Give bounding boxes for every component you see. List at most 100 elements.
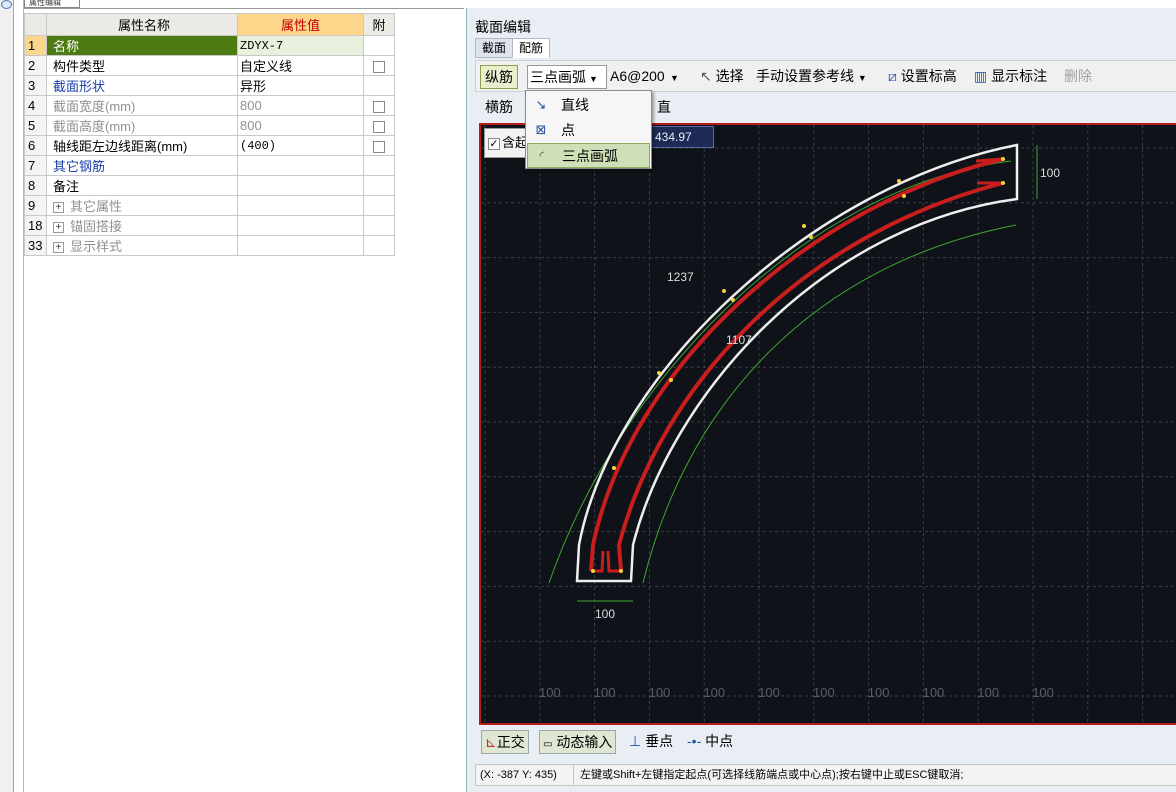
table-row[interactable]: 18 + 锚固搭接 xyxy=(24,215,395,236)
menu-item-point-label: 点 xyxy=(561,122,575,138)
dim-top-right: 100 xyxy=(1040,166,1060,180)
perpendicular-snap-button[interactable]: ⊥ 垂点 xyxy=(629,730,673,754)
table-row[interactable]: 33 + 显示样式 xyxy=(24,235,395,256)
expand-icon[interactable]: + xyxy=(53,242,64,254)
rebar-spec-dropdown[interactable]: A6@200 ▼ xyxy=(610,65,686,89)
cursor-icon: ↖ xyxy=(700,68,712,84)
attach-cell xyxy=(363,175,395,196)
line-icon: ↘ xyxy=(535,97,547,112)
property-value[interactable] xyxy=(237,215,364,236)
properties-pane: 属性名称 属性值 附 1 名称 ZDYX-7 2 构件类型 自定义线 3 截面形状 异形 4 截面宽… xyxy=(24,8,464,792)
property-name: + 锚固搭接 xyxy=(46,215,238,236)
dock-icon[interactable] xyxy=(1,0,12,9)
properties-table: 属性名称 属性值 附 1 名称 ZDYX-7 2 构件类型 自定义线 3 截面形状 异形 4 截面宽… xyxy=(24,13,395,256)
ruler-label: 100 xyxy=(758,685,780,700)
dim-inner-length: 1107 xyxy=(726,333,752,347)
status-bar: (X: -387 Y: 435) 左键或Shift+左键指定起点(可选择线筋端点… xyxy=(475,764,1176,786)
dynamic-input-label: 动态输入 xyxy=(556,734,613,750)
attach-checkbox[interactable] xyxy=(373,140,385,153)
table-row[interactable]: 1 名称 ZDYX-7 xyxy=(24,35,395,56)
property-name-label: 备注 xyxy=(53,179,80,194)
table-row[interactable]: 6 轴线距左边线距离(mm) (400) xyxy=(24,135,395,156)
select-button[interactable]: ↖ 选择 xyxy=(700,65,744,89)
property-name: 构件类型 xyxy=(46,55,238,76)
property-value[interactable]: 自定义线 xyxy=(237,55,364,76)
delete-button[interactable]: 删除 xyxy=(1064,65,1092,89)
expand-icon[interactable]: + xyxy=(53,222,64,234)
attach-checkbox[interactable] xyxy=(373,60,385,73)
arc-icon: ◜ xyxy=(539,148,545,163)
ortho-icon: ⊾ xyxy=(485,734,497,750)
snap-toolbar: ⊾正交 ▭ 动态输入 ⊥ 垂点 -•- 中点 xyxy=(475,728,1176,756)
property-value[interactable]: ZDYX-7 xyxy=(237,35,364,56)
attach-cell[interactable] xyxy=(363,55,395,76)
menu-item-three-point-arc[interactable]: ◜ 三点画弧 xyxy=(527,143,650,168)
set-elevation-button[interactable]: ⧄ 设置标高 xyxy=(888,65,957,89)
row-number: 8 xyxy=(24,175,47,196)
tab-section[interactable]: 截面 xyxy=(475,38,514,58)
table-row[interactable]: 2 构件类型 自定义线 xyxy=(24,55,395,76)
table-row[interactable]: 5 截面高度(mm) 800 xyxy=(24,115,395,136)
ruler-label: 100 xyxy=(1032,685,1054,700)
midpoint-icon: -•- xyxy=(687,733,702,749)
menu-item-line-label: 直线 xyxy=(561,97,589,113)
ref-line-dropdown[interactable]: 手动设置参考线 ▼ xyxy=(756,65,867,89)
perpendicular-icon: ⊥ xyxy=(629,733,642,749)
draw-mode-dropdown[interactable]: 三点画弧 ▼ xyxy=(527,65,607,89)
property-value[interactable] xyxy=(237,155,364,176)
menu-item-line[interactable]: ↘ 直线 xyxy=(527,93,650,118)
property-value[interactable] xyxy=(237,235,364,256)
property-name: + 显示样式 xyxy=(46,235,238,256)
attach-cell[interactable] xyxy=(363,95,395,116)
start-checkbox[interactable]: ✓ xyxy=(488,137,500,150)
row-number: 5 xyxy=(24,115,47,136)
transverse-rebar-button[interactable]: 横筋 xyxy=(485,96,513,120)
ruler-label: 100 xyxy=(923,685,945,700)
attach-cell[interactable] xyxy=(363,135,395,156)
property-name-label: 构件类型 xyxy=(53,59,106,74)
property-name-label: 截面高度(mm) xyxy=(53,119,136,134)
menu-item-point[interactable]: ⊠ 点 xyxy=(527,118,650,143)
coordinate-input[interactable]: 434.97 xyxy=(650,126,714,148)
property-value[interactable]: 800 xyxy=(237,115,364,136)
longitudinal-rebar-button[interactable]: 纵筋 xyxy=(480,65,518,89)
show-dimension-button[interactable]: ▥ 显示标注 xyxy=(974,65,1047,89)
property-name-label: 截面宽度(mm) xyxy=(53,99,136,114)
drawing-canvas[interactable]: 100 1237 1107 100 100 100 100 100 100 100 100 1… xyxy=(479,123,1176,725)
table-row[interactable]: 8 备注 xyxy=(24,175,395,196)
dim-outer-length: 1237 xyxy=(667,270,694,284)
table-row[interactable]: 9 + 其它属性 xyxy=(24,195,395,216)
table-row[interactable]: 4 截面宽度(mm) 800 xyxy=(24,95,395,116)
left-splitter[interactable] xyxy=(14,0,24,792)
property-value[interactable] xyxy=(237,175,364,196)
attach-cell[interactable] xyxy=(363,115,395,136)
table-row[interactable]: 3 截面形状 异形 xyxy=(24,75,395,96)
header-name: 属性名称 xyxy=(46,13,238,36)
table-row[interactable]: 7 其它钢筋 xyxy=(24,155,395,176)
ruler-label: 100 xyxy=(539,685,561,700)
property-name-label: 锚固搭接 xyxy=(70,219,123,234)
tab-rebar[interactable]: 配筋 xyxy=(512,38,551,58)
dialog-title: 截面编辑 xyxy=(475,19,531,35)
ruler-label: 100 xyxy=(649,685,671,700)
property-name: 轴线距左边线距离(mm) xyxy=(46,135,238,156)
property-value[interactable]: (400) xyxy=(237,135,364,156)
straight-partial-button[interactable]: 直 xyxy=(657,96,671,120)
dynamic-input-icon: ▭ xyxy=(543,739,553,750)
start-checkbox-panel[interactable]: ✓ 含起 xyxy=(484,128,530,158)
elevation-icon: ⧄ xyxy=(888,68,897,84)
attach-checkbox[interactable] xyxy=(373,100,385,113)
row-number: 18 xyxy=(24,215,47,236)
property-value[interactable]: 异形 xyxy=(237,75,364,96)
coordinate-readout: (X: -387 Y: 435) xyxy=(476,765,574,785)
property-value[interactable]: 800 xyxy=(237,95,364,116)
expand-icon[interactable]: + xyxy=(53,202,64,214)
dynamic-input-button[interactable]: ▭ 动态输入 xyxy=(539,730,617,754)
rebar-toolbar: 纵筋 三点画弧 ▼ A6@200 ▼ ↖ 选择 手动设置参考线 ▼ ⧄ 设置标高 ▥… xyxy=(475,60,1176,92)
properties-tab[interactable]: 属性编辑 xyxy=(24,0,80,8)
attach-checkbox[interactable] xyxy=(373,120,385,133)
property-value[interactable] xyxy=(237,195,364,216)
midpoint-snap-button[interactable]: -•- 中点 xyxy=(687,730,733,754)
ortho-button[interactable]: ⊾正交 xyxy=(481,730,529,754)
header-attach: 附 xyxy=(363,13,395,36)
